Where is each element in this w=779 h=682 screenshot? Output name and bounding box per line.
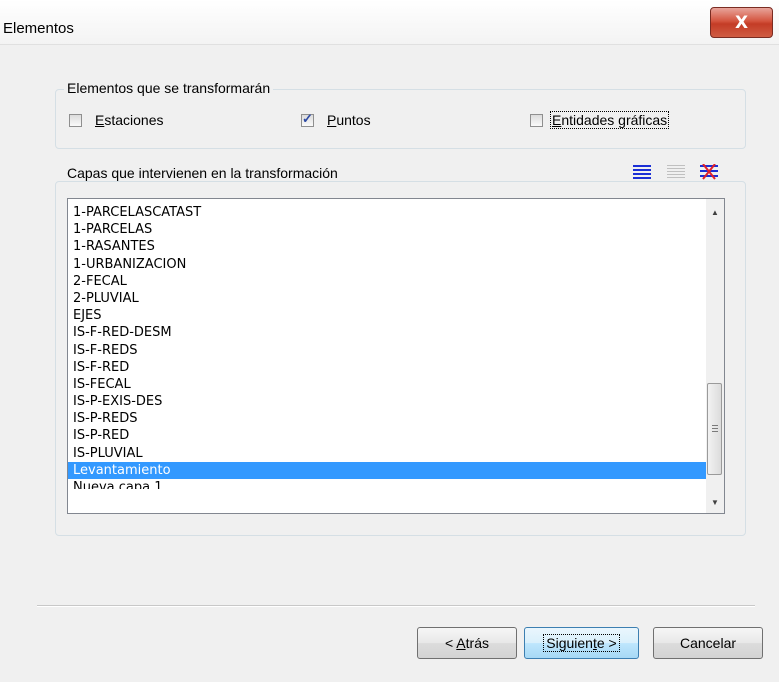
list-item[interactable]: IS-P-REDS — [68, 410, 706, 427]
close-icon: X — [734, 12, 749, 33]
list-item[interactable]: IS-F-RED — [68, 359, 706, 376]
list-item[interactable]: IS-P-EXIS-DES — [68, 393, 706, 410]
back-button-label: < Atrás — [445, 635, 489, 651]
list-item[interactable]: 1-PARCELAS — [68, 221, 706, 238]
grip-line — [712, 425, 718, 426]
scroll-up-icon[interactable]: ▲ — [706, 203, 724, 221]
layers-group-label: Capas que intervienen en la transformaci… — [64, 165, 341, 181]
grip-line — [712, 428, 718, 429]
close-button[interactable]: X — [710, 7, 773, 38]
select-all-icon[interactable] — [633, 164, 651, 180]
entidades-graficas-checkbox[interactable]: Entidades gráficas — [530, 111, 670, 129]
estaciones-checkbox-box[interactable] — [69, 113, 82, 127]
layers-list: 1-PARCELASCATAST 1-PARCELAS 1-RASANTES 1… — [68, 204, 706, 489]
grip-line — [712, 431, 718, 432]
list-item[interactable]: EJES — [68, 307, 706, 324]
list-item[interactable]: 1-PARCELASCATAST — [68, 204, 706, 221]
estaciones-checkbox[interactable]: Estaciones — [69, 112, 164, 128]
invert-selection-icon[interactable] — [700, 164, 718, 180]
cancel-button[interactable]: Cancelar — [653, 627, 763, 659]
list-item[interactable]: 2-PLUVIAL — [68, 290, 706, 307]
next-button-label: Siguiente > — [543, 634, 620, 652]
estaciones-checkbox-label: Estaciones — [95, 112, 164, 128]
entidades-graficas-checkbox-box[interactable] — [530, 113, 543, 127]
puntos-checkbox[interactable]: ✓ Puntos — [301, 110, 371, 128]
window-title: Elementos — [3, 20, 74, 37]
list-item[interactable]: 2-FECAL — [68, 273, 706, 290]
scrollbar-thumb[interactable] — [707, 383, 722, 475]
vertical-scrollbar[interactable]: ▲ ▼ — [706, 199, 724, 513]
scroll-down-icon[interactable]: ▼ — [706, 493, 724, 511]
list-item[interactable]: IS-PLUVIAL — [68, 445, 706, 462]
list-item[interactable]: IS-F-RED-DESM — [68, 324, 706, 341]
list-item[interactable]: IS-FECAL — [68, 376, 706, 393]
back-button[interactable]: < Atrás — [417, 627, 517, 659]
footer-separator — [37, 605, 755, 607]
list-item[interactable]: IS-F-REDS — [68, 342, 706, 359]
list-item[interactable]: IS-P-RED — [68, 427, 706, 444]
puntos-checkbox-label: Puntos — [327, 112, 371, 128]
elements-group-label: Elementos que se transformarán — [64, 80, 274, 96]
cancel-button-label: Cancelar — [679, 635, 737, 651]
title-bar: Elementos X — [0, 0, 779, 45]
puntos-checkbox-box[interactable]: ✓ — [301, 110, 314, 127]
list-item-selected[interactable]: Levantamiento — [68, 461, 706, 479]
deselect-all-icon[interactable] — [667, 164, 685, 180]
layers-listbox[interactable]: 1-PARCELASCATAST 1-PARCELAS 1-RASANTES 1… — [67, 198, 725, 514]
entidades-graficas-checkbox-label: Entidades gráficas — [549, 111, 670, 129]
next-button[interactable]: Siguiente > — [524, 627, 639, 659]
list-item[interactable]: Nueva capa 1 — [68, 479, 706, 489]
list-item[interactable]: 1-URBANIZACION — [68, 256, 706, 273]
check-icon: ✓ — [302, 110, 313, 126]
list-item[interactable]: 1-RASANTES — [68, 238, 706, 255]
